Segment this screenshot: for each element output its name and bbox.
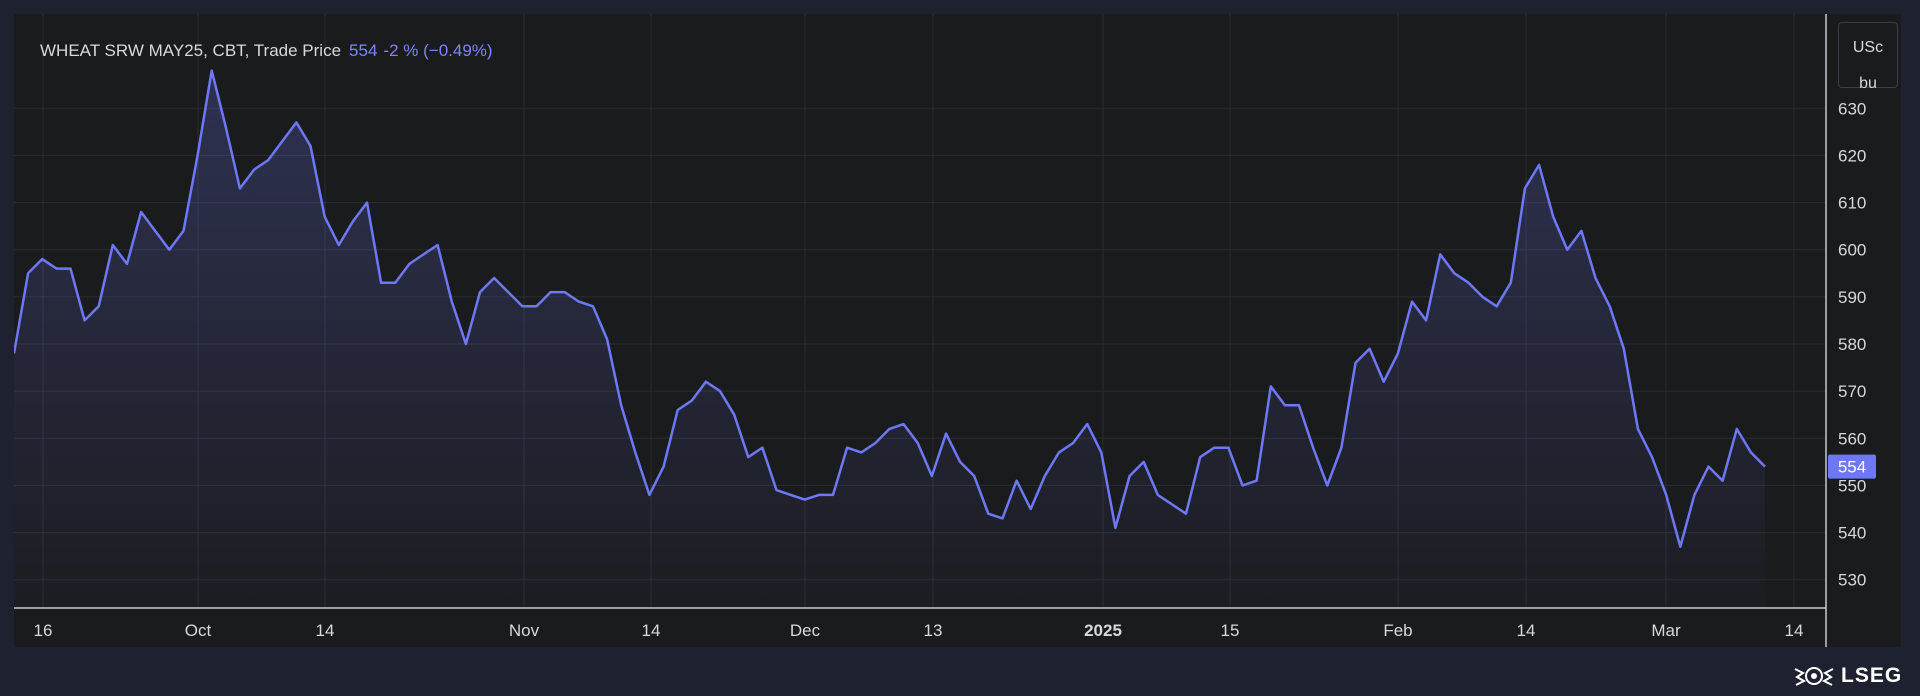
- y-tick-label: 540: [1838, 524, 1866, 543]
- x-axis-ticks: 16 Oct 14 Nov 14 Dec 13 2025 15 Feb 14 Mar 14: [34, 621, 1804, 640]
- chart-panel: 530 540 550 560 570 580 590 600 610 620 630 16 Oct 1…: [14, 14, 1901, 647]
- x-tick-label: Mar: [1651, 621, 1681, 640]
- instrument-label: WHEAT SRW MAY25, CBT, Trade Price: [40, 41, 342, 60]
- x-tick-label: Dec: [790, 621, 821, 640]
- price-chart[interactable]: 530540550560570580590600610620630 16 Oct 1…: [14, 14, 1901, 647]
- lseg-emblem-icon: [1794, 667, 1834, 686]
- x-tick-label: 14: [316, 621, 335, 640]
- unit-line-1: USc: [1852, 39, 1884, 56]
- chart-legend: WHEAT SRW MAY25, CBT, Trade Price 554 -2 %…: [40, 41, 493, 61]
- price-change: -2 % (−0.49%): [383, 41, 493, 60]
- x-tick-label: 13: [924, 621, 943, 640]
- unit-line-2: bu: [1859, 75, 1877, 92]
- y-tick-label: 630: [1838, 99, 1866, 118]
- x-tick-label: Oct: [185, 621, 212, 640]
- x-tick-label: 15: [1221, 621, 1240, 640]
- x-tick-label: Nov: [509, 621, 540, 640]
- y-tick-label: 560: [1838, 429, 1866, 448]
- x-tick-label: 14: [1517, 621, 1536, 640]
- y-tick-label: 620: [1838, 146, 1866, 165]
- price-area: [14, 70, 1765, 609]
- area-fill: [14, 70, 1765, 609]
- x-tick-label: Feb: [1383, 621, 1412, 640]
- x-tick-label: 16: [34, 621, 53, 640]
- y-tick-label: 610: [1838, 194, 1866, 213]
- y-tick-label: 530: [1838, 571, 1866, 590]
- y-tick-label: 590: [1838, 288, 1866, 307]
- y-tick-label: 570: [1838, 382, 1866, 401]
- y-tick-label: 600: [1838, 241, 1866, 260]
- brand-name: LSEG: [1841, 664, 1903, 687]
- y-tick-label: 550: [1838, 476, 1866, 495]
- y-axis-ticks: 530 540 550 560 570 580 590 600 610 620 630: [1838, 99, 1866, 589]
- last-price-tag: 554: [1828, 454, 1876, 479]
- y-tick-label: 580: [1838, 335, 1866, 354]
- x-tick-label: 14: [1785, 621, 1804, 640]
- last-price-tag-label: 554: [1838, 458, 1866, 477]
- x-tick-label: 14: [642, 621, 661, 640]
- x-tick-label: 2025: [1084, 621, 1122, 640]
- unit-selector[interactable]: USc bu: [1838, 22, 1898, 92]
- lseg-logo: LSEG: [1793, 663, 1902, 689]
- last-price-value: 554: [349, 41, 378, 60]
